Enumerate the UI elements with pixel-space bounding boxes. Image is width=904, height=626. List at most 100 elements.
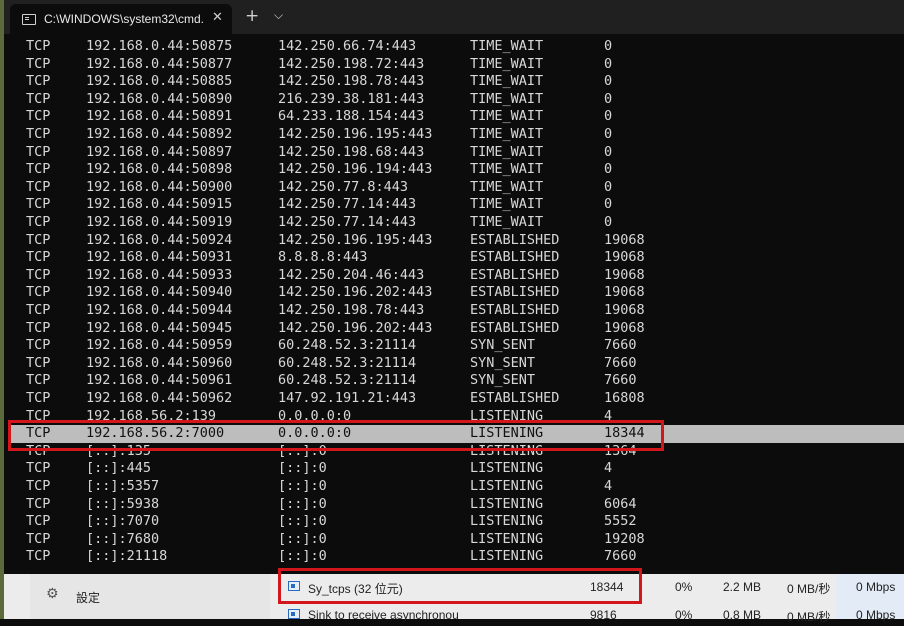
foreign-address-cell: 0.0.0.0:0 xyxy=(278,407,352,424)
netstat-row: TCP 192.168.0.44:50877 142.250.198.72:443 T… xyxy=(10,56,904,74)
protocol-cell: TCP xyxy=(26,55,51,72)
protocol-cell: TCP xyxy=(26,108,51,125)
foreign-address-cell: 142.250.77.14:443 xyxy=(278,214,417,230)
pid-cell: 0 xyxy=(604,126,613,142)
state-cell: TIME_WAIT xyxy=(470,90,544,107)
local-address-cell: [::]:21118 xyxy=(86,548,168,565)
netstat-row: TCP 192.168.0.44:50900 142.250.77.8:443 TIM… xyxy=(10,179,904,197)
tab-title: C:\WINDOWS\system32\cmd. xyxy=(44,12,204,26)
local-address-cell: 192.168.0.44:50900 xyxy=(86,178,233,195)
protocol-cell: TCP xyxy=(26,38,51,54)
terminal-icon xyxy=(22,14,36,25)
foreign-address-cell: [::]:0 xyxy=(278,530,327,547)
app-window-icon xyxy=(288,609,300,619)
pid-cell: 4 xyxy=(604,478,613,494)
netstat-row: TCP 192.168.0.44:50919 142.250.77.14:443 TI… xyxy=(10,214,904,232)
state-cell: LISTENING xyxy=(470,425,544,442)
state-cell: ESTABLISHED xyxy=(470,319,560,336)
foreign-address-cell: [::]:0 xyxy=(278,513,327,530)
protocol-cell: TCP xyxy=(26,530,51,547)
foreign-address-cell: 8.8.8.8:443 xyxy=(278,249,368,266)
pid-cell: 4 xyxy=(604,407,613,424)
protocol-cell: TCP xyxy=(26,266,51,283)
local-address-cell: 192.168.0.44:50962 xyxy=(86,390,233,406)
state-cell: TIME_WAIT xyxy=(470,214,544,230)
foreign-address-cell: [::]:0 xyxy=(278,478,327,494)
pid-cell: 6064 xyxy=(604,495,637,512)
pid-cell: 7660 xyxy=(604,548,637,565)
pid-cell: 7660 xyxy=(604,337,637,354)
protocol-cell: TCP xyxy=(26,249,51,266)
pid-cell: 0 xyxy=(604,55,613,72)
protocol-cell: TCP xyxy=(26,126,51,142)
pid-cell: 0 xyxy=(604,90,613,107)
protocol-cell: TCP xyxy=(26,390,51,406)
netstat-row: TCP 192.168.0.44:50924 142.250.196.195:443… xyxy=(10,232,904,250)
state-cell: ESTABLISHED xyxy=(470,231,560,248)
foreign-address-cell: 142.250.196.194:443 xyxy=(278,161,433,178)
local-address-cell: 192.168.56.2:139 xyxy=(86,407,217,424)
task-manager-strip: ⚙ 設定 Sy_tcps (32 位元) 18344 0% 2.2 MB 0 M… xyxy=(0,574,904,624)
pid-cell: 19068 xyxy=(604,249,645,266)
protocol-cell: TCP xyxy=(26,495,51,512)
netstat-row: TCP 192.168.0.44:50933 142.250.204.46:443 E… xyxy=(10,267,904,285)
state-cell: LISTENING xyxy=(470,495,544,512)
settings-nav-item[interactable]: ⚙ 設定 xyxy=(30,574,270,619)
chevron-down-icon[interactable]: ⌵ xyxy=(274,8,283,23)
new-tab-button[interactable]: + xyxy=(245,6,259,26)
process-pid: 18344 xyxy=(590,580,624,594)
state-cell: LISTENING xyxy=(470,407,544,424)
protocol-cell: TCP xyxy=(26,407,51,424)
local-address-cell: 192.168.56.2:7000 xyxy=(86,425,225,442)
state-cell: LISTENING xyxy=(470,513,544,530)
netstat-row: TCP [::]:7070 [::]:0 LISTENING 5552 xyxy=(10,513,904,531)
local-address-cell: [::]:7680 xyxy=(86,530,160,547)
state-cell: TIME_WAIT xyxy=(470,73,544,90)
foreign-address-cell: 142.250.196.202:443 xyxy=(278,319,433,336)
foreign-address-cell: 64.233.188.154:443 xyxy=(278,108,425,125)
foreign-address-cell: 60.248.52.3:21114 xyxy=(278,337,417,354)
pid-cell: 0 xyxy=(604,214,613,230)
netstat-row-selected: TCP 192.168.56.2:7000 0.0.0.0:0 LISTENING 18… xyxy=(10,425,904,443)
state-cell: ESTABLISHED xyxy=(470,302,560,318)
protocol-cell: TCP xyxy=(26,425,51,442)
pid-cell: 19068 xyxy=(604,284,645,301)
process-disk: 0 MB/秒 xyxy=(787,582,831,596)
desktop-edge xyxy=(0,0,4,619)
process-name: Sy_tcps (32 位元) xyxy=(308,582,403,596)
gear-icon: ⚙ xyxy=(46,586,59,602)
close-icon[interactable]: ✕ xyxy=(212,10,223,25)
netstat-row: TCP 192.168.56.2:139 0.0.0.0:0 LISTENING 4 xyxy=(10,408,904,426)
foreign-address-cell: 60.248.52.3:21114 xyxy=(278,372,417,389)
state-cell: TIME_WAIT xyxy=(470,55,544,72)
process-network: 0 Mbps xyxy=(856,608,896,622)
state-cell: ESTABLISHED xyxy=(470,284,560,301)
foreign-address-cell: 142.250.198.72:443 xyxy=(278,55,425,72)
local-address-cell: 192.168.0.44:50933 xyxy=(86,266,233,283)
netstat-row: TCP [::]:5357 [::]:0 LISTENING 4 xyxy=(10,478,904,496)
state-cell: TIME_WAIT xyxy=(470,143,544,160)
local-address-cell: 192.168.0.44:50944 xyxy=(86,302,233,318)
foreign-address-cell: 142.250.66.74:443 xyxy=(278,38,417,54)
foreign-address-cell: 142.250.198.78:443 xyxy=(278,302,425,318)
process-row[interactable]: Sink to receive asynchronou 9816 0% 0.8 … xyxy=(280,604,904,626)
local-address-cell: 192.168.0.44:50915 xyxy=(86,196,233,213)
local-address-cell: 192.168.0.44:50924 xyxy=(86,231,233,248)
pid-cell: 7660 xyxy=(604,354,637,371)
foreign-address-cell: 0.0.0.0:0 xyxy=(278,425,352,442)
state-cell: SYN_SENT xyxy=(470,354,536,371)
pid-cell: 19068 xyxy=(604,266,645,283)
process-name: Sink to receive asynchronou xyxy=(308,608,459,622)
netstat-row: TCP 192.168.0.44:50875 142.250.66.74:443 TI… xyxy=(10,38,904,56)
foreign-address-cell: 142.250.196.202:443 xyxy=(278,284,433,301)
app-window-icon xyxy=(288,581,300,591)
foreign-address-cell: 142.250.77.14:443 xyxy=(278,196,417,213)
protocol-cell: TCP xyxy=(26,73,51,90)
protocol-cell: TCP xyxy=(26,548,51,565)
local-address-cell: 192.168.0.44:50919 xyxy=(86,214,233,230)
foreign-address-cell: 142.250.196.195:443 xyxy=(278,231,433,248)
tab-cmd[interactable]: C:\WINDOWS\system32\cmd. ✕ xyxy=(10,4,232,34)
console-output[interactable]: TCP 192.168.0.44:50875 142.250.66.74:443 TI… xyxy=(10,34,904,574)
local-address-cell: [::]:5938 xyxy=(86,495,160,512)
process-row[interactable]: Sy_tcps (32 位元) 18344 0% 2.2 MB 0 MB/秒 0… xyxy=(280,576,904,598)
